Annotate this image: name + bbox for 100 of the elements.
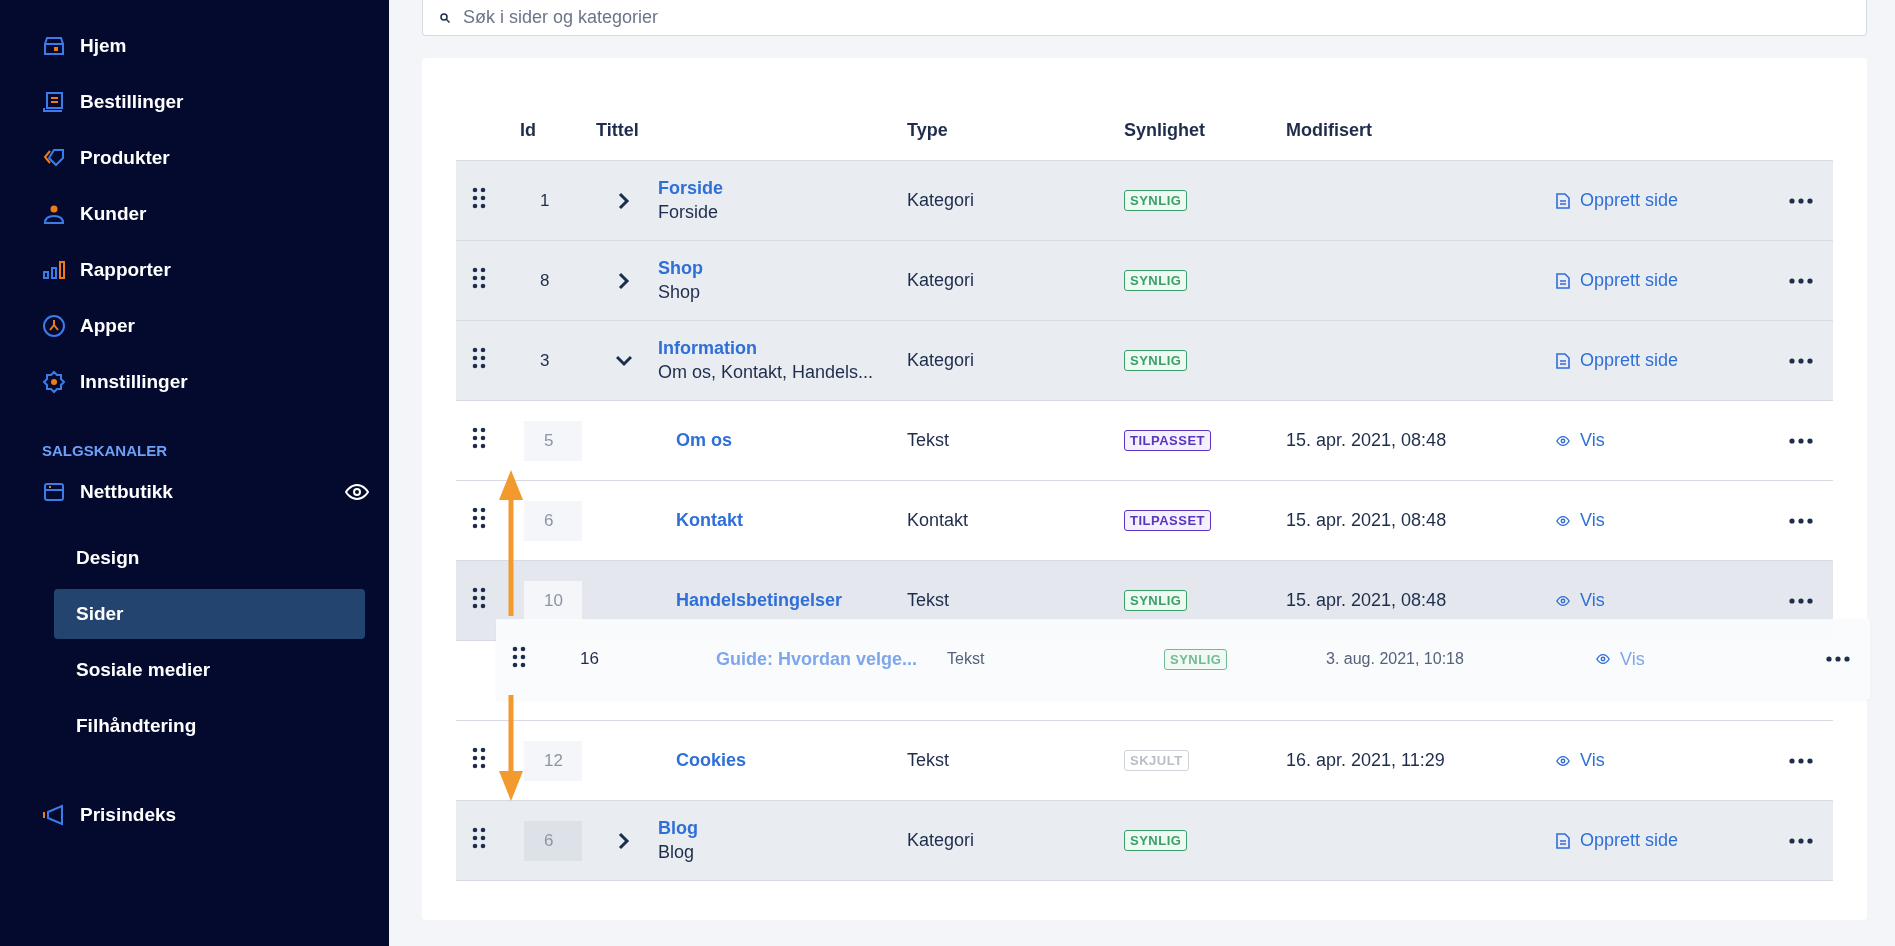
modified-cell-text: 16. apr. 2021, 11:29 [1286,750,1446,771]
store-icon [42,480,66,504]
more-options-icon[interactable] [1789,837,1813,844]
id-cell: 12 [524,740,582,781]
type-cell-text: Kategori [907,350,976,371]
page-title-link[interactable]: Information [658,338,874,359]
nav-item[interactable]: Bestillinger [0,74,389,130]
page-title-link[interactable]: Shop [658,258,703,279]
visibility-badge: SKJULT [1124,750,1189,771]
create-page-link[interactable]: Opprett side [1556,190,1679,211]
page-title-link[interactable]: Om os [676,430,732,451]
visibility-badge: SYNLIG [1124,590,1188,611]
type-cell-text: Kategori [907,270,976,291]
channel-item[interactable]: Nettbutikk [0,469,389,515]
id-cell-text: 3 [539,350,551,371]
drag-handle-icon[interactable] [472,347,486,369]
document-icon [1556,352,1570,369]
id-cell-text: 8 [539,270,551,291]
visibility-badge: TILPASSET [1124,510,1212,531]
column-header: Id [520,119,537,141]
page-title-link[interactable]: Cookies [676,750,747,771]
drag-handle-icon[interactable] [472,747,486,769]
nav-item[interactable]: Innstillinger [0,354,389,410]
id-cell: 5 [524,420,582,461]
column-header: Type [907,119,949,141]
nav-item[interactable]: Kunder [0,186,389,242]
visibility-badge: SYNLIG [1124,270,1188,291]
nav-item[interactable]: Hjem [0,18,389,74]
receipt-icon [42,90,66,114]
more-options-icon[interactable] [1826,656,1850,662]
create-page-link[interactable]: Opprett side [1556,270,1679,291]
chevron-icon[interactable] [616,271,632,290]
visibility-badge: SYNLIG [1124,830,1188,851]
sub-nav-item[interactable]: Filhåndtering [54,701,365,751]
visibility-badge: TILPASSET [1124,430,1212,451]
bar-chart-icon [42,258,66,282]
nav-item[interactable]: Rapporter [0,242,389,298]
gear-icon [42,370,66,394]
view-link[interactable]: Vis [1556,430,1605,451]
type-cell-text: Tekst [947,650,986,668]
drag-handle-icon[interactable] [472,587,486,609]
visibility-badge: SYNLIG [1164,648,1228,670]
create-page-link[interactable]: Opprett side [1556,830,1679,851]
more-options-icon[interactable] [1789,277,1813,284]
visibility-badge: SYNLIG [1124,190,1188,211]
more-options-icon[interactable] [1789,357,1813,364]
modified-cell-text: 15. apr. 2021, 08:48 [1286,590,1448,611]
type-cell-text: Tekst [907,750,950,771]
type-cell-text: Kontakt [907,510,970,531]
more-options-icon[interactable] [1789,437,1813,444]
drag-handle-icon[interactable] [512,646,526,668]
column-header: Tittel [596,119,640,141]
page-title-link[interactable]: Blog [658,818,698,839]
section-title: SALGSKANALER [41,441,168,461]
drag-handle-icon[interactable] [472,827,486,849]
page-subtitle: Blog [658,842,696,863]
nav-item[interactable]: Apper [0,298,389,354]
more-options-icon[interactable] [1789,197,1813,204]
more-options-icon[interactable] [1789,757,1813,764]
drag-handle-icon[interactable] [472,267,486,289]
nav-item[interactable]: Prisindeks [0,787,389,843]
search-input[interactable]: Søk i sider og kategorier [461,6,1866,29]
search-icon [439,11,451,24]
visibility-badge: SYNLIG [1124,350,1188,371]
drag-handle-icon[interactable] [472,427,486,449]
column-header: Modifisert [1286,119,1373,141]
page-subtitle: Forside [658,202,720,223]
more-options-icon[interactable] [1789,597,1813,604]
id-cell: 10 [524,580,582,621]
type-cell-text: Tekst [907,430,950,451]
megaphone-icon [42,803,66,827]
document-icon [1556,272,1570,289]
chevron-icon[interactable] [616,831,632,850]
page-title-link[interactable]: Kontakt [676,510,743,531]
dragged-row[interactable]: 16 Guide: Hvordan velge... Tekst SYNLIG 3. aug. 2021, 10:18 Vis [496,619,1870,699]
modified-cell-text: 3. aug. 2021, 10:18 [1326,650,1465,668]
type-cell-text: Tekst [907,590,950,611]
drag-handle-icon[interactable] [472,507,486,529]
sub-nav-item[interactable]: Sider [54,589,365,639]
page-title-link[interactable]: Forside [658,178,723,199]
page-title-link[interactable]: Handelsbetingelser [676,590,843,611]
sub-nav-item[interactable]: Design [54,533,365,583]
id-cell: 6 [524,820,582,861]
view-link[interactable]: Vis [1556,750,1605,771]
view-link[interactable]: Vis [1556,510,1605,531]
sub-nav-item[interactable]: Sosiale medier [54,645,365,695]
more-options-icon[interactable] [1789,517,1813,524]
chevron-icon[interactable] [616,191,632,210]
column-header: Synlighet [1124,119,1206,141]
modified-cell-text: 15. apr. 2021, 08:48 [1286,430,1448,451]
drag-handle-icon[interactable] [472,187,486,209]
nav-item[interactable]: Produkter [0,130,389,186]
search-field[interactable]: Søk i sider og kategorier [422,0,1867,36]
page-subtitle: Shop [658,282,702,303]
create-page-link[interactable]: Opprett side [1556,350,1679,371]
id-cell-text: 16 [579,649,600,669]
id-cell: 6 [524,500,582,541]
view-link[interactable]: Vis [1556,590,1605,611]
apps-icon [42,314,66,338]
type-cell-text: Kategori [907,830,976,851]
